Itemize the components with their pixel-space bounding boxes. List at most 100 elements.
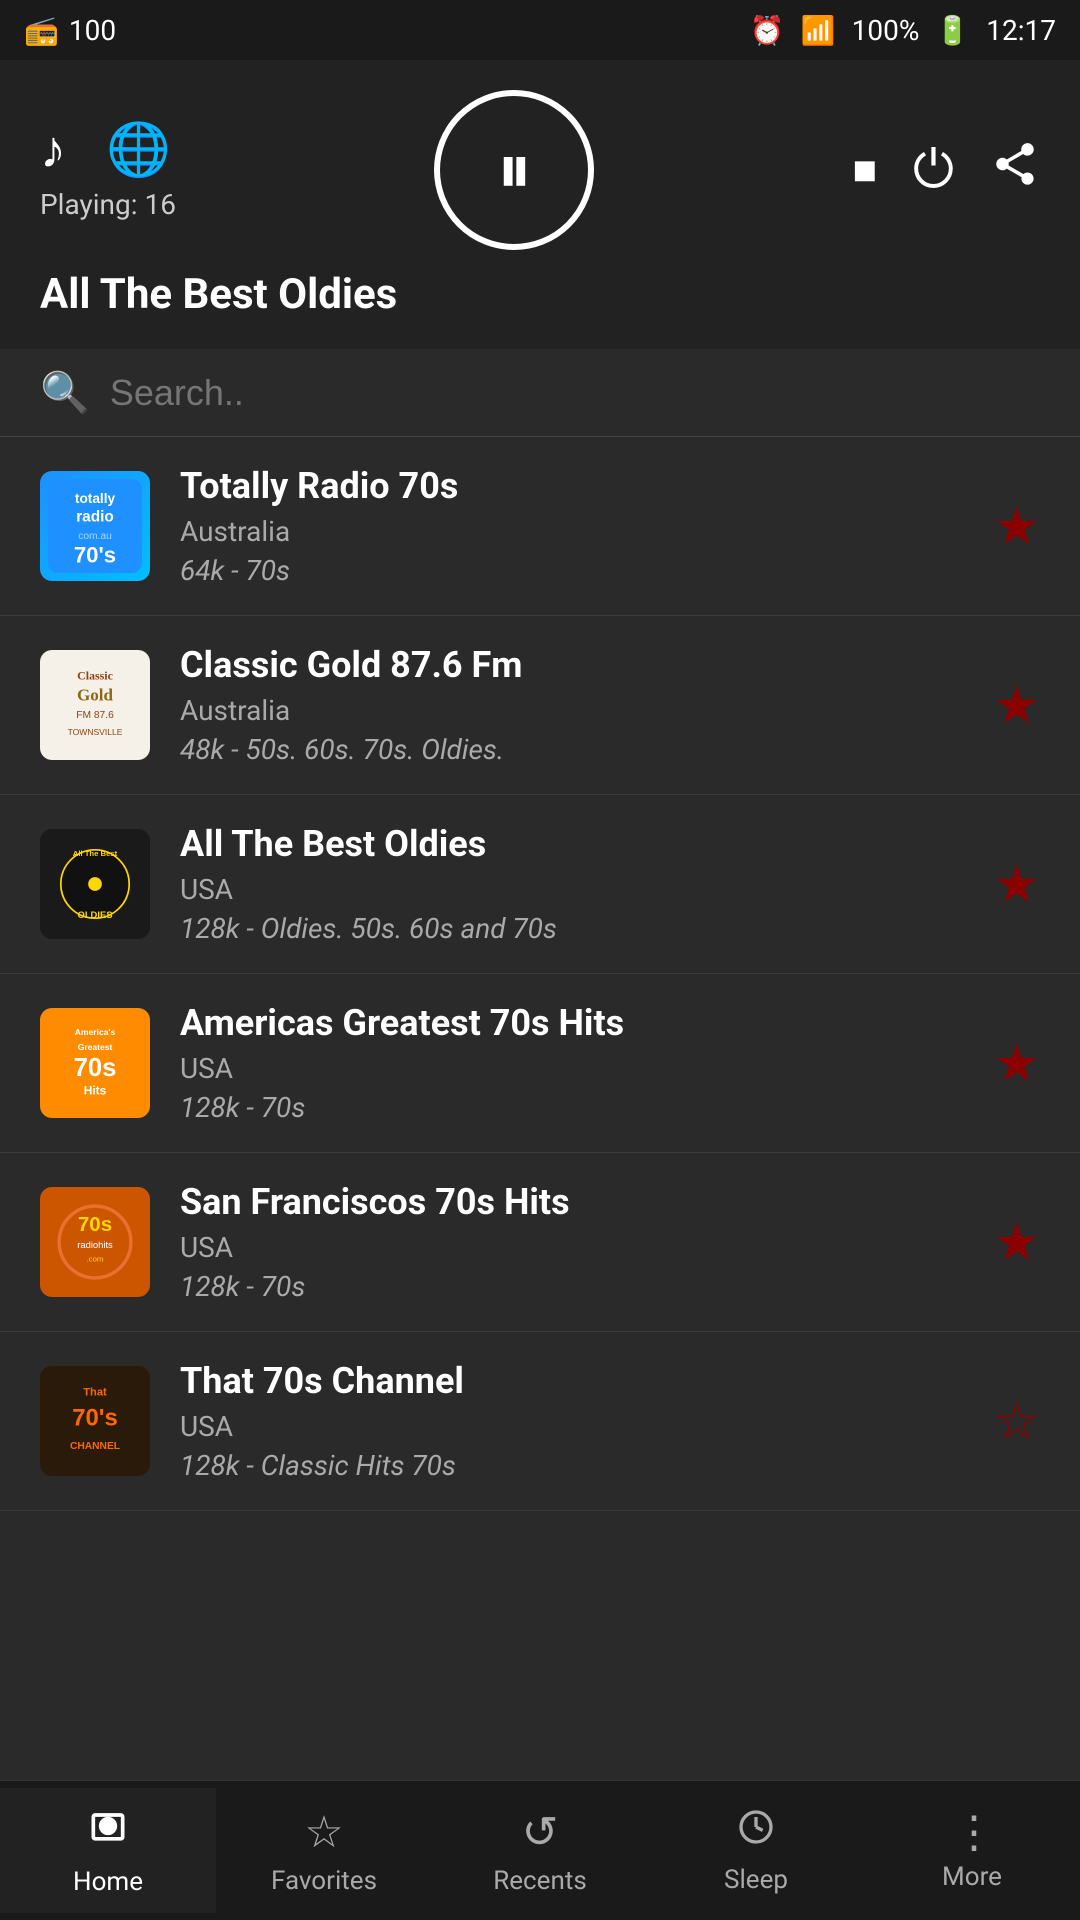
station-logo: Classic Gold FM 87.6 TOWNSVILLE bbox=[40, 650, 150, 760]
svg-text:Greatest: Greatest bbox=[78, 1042, 113, 1052]
search-input[interactable] bbox=[110, 372, 1040, 414]
nav-more[interactable]: ⋮ More bbox=[864, 1794, 1080, 1908]
station-country: Australia bbox=[180, 694, 973, 727]
stop-button[interactable]: ⏹ bbox=[853, 141, 877, 199]
station-country: USA bbox=[180, 1410, 973, 1443]
station-info: Americas Greatest 70s Hits USA 128k - 70… bbox=[180, 1002, 973, 1124]
svg-text:com.au: com.au bbox=[78, 531, 112, 542]
favorite-star[interactable]: ☆ bbox=[993, 1391, 1040, 1452]
station-bitrate: 128k - Oldies. 50s. 60s and 70s bbox=[180, 912, 973, 945]
current-station-title: All The Best Oldies bbox=[40, 270, 397, 319]
app-number: 100 bbox=[69, 14, 116, 47]
station-info: San Franciscos 70s Hits USA 128k - 70s bbox=[180, 1181, 973, 1303]
logo-image: 70s radiohits .com bbox=[40, 1187, 150, 1297]
station-country: USA bbox=[180, 1231, 973, 1264]
bottom-nav: Home ☆ Favorites ↺ Recents Sleep ⋮ More bbox=[0, 1780, 1080, 1920]
clock-display: 12:17 bbox=[986, 14, 1056, 47]
list-item[interactable]: totally radio com.au 70's Totally Radio … bbox=[0, 437, 1080, 616]
list-item[interactable]: Classic Gold FM 87.6 TOWNSVILLE Classic … bbox=[0, 616, 1080, 795]
nav-home[interactable]: Home bbox=[0, 1788, 216, 1913]
svg-text:FM 87.6: FM 87.6 bbox=[76, 710, 114, 721]
station-list: totally radio com.au 70's Totally Radio … bbox=[0, 437, 1080, 1511]
power-button[interactable]: ⏻ bbox=[913, 139, 954, 201]
station-info: Classic Gold 87.6 Fm Australia 48k - 50s… bbox=[180, 644, 973, 766]
pause-icon: ⏸ bbox=[497, 129, 532, 211]
station-info: Totally Radio 70s Australia 64k - 70s bbox=[180, 465, 973, 587]
logo-image: All The Best OLDIES bbox=[40, 829, 150, 939]
player-right-controls: ⏹ ⏻ bbox=[853, 139, 1040, 202]
station-country: USA bbox=[180, 1052, 973, 1085]
station-bitrate: 128k - Classic Hits 70s bbox=[180, 1449, 973, 1482]
station-logo: That 70's CHANNEL bbox=[40, 1366, 150, 1476]
status-right: ⏰ 📶 100% 🔋 12:17 bbox=[750, 14, 1056, 47]
list-item[interactable]: That 70's CHANNEL That 70s Channel USA 1… bbox=[0, 1332, 1080, 1511]
svg-text:Gold: Gold bbox=[77, 686, 114, 705]
sleep-label: Sleep bbox=[724, 1865, 788, 1895]
logo-image: Classic Gold FM 87.6 TOWNSVILLE bbox=[40, 650, 150, 760]
station-name: Americas Greatest 70s Hits bbox=[180, 1002, 973, 1044]
svg-text:radiohits: radiohits bbox=[77, 1239, 113, 1250]
globe-icon[interactable]: 🌐 bbox=[106, 119, 171, 180]
station-logo: All The Best OLDIES bbox=[40, 829, 150, 939]
svg-text:70's: 70's bbox=[72, 1404, 118, 1431]
station-logo: totally radio com.au 70's bbox=[40, 471, 150, 581]
home-icon bbox=[86, 1804, 130, 1859]
nav-sleep[interactable]: Sleep bbox=[648, 1791, 864, 1911]
station-logo: America's Greatest 70s Hits bbox=[40, 1008, 150, 1118]
share-button[interactable] bbox=[990, 139, 1040, 202]
player-header: ♪ 🌐 Playing: 16 ⏸ ⏹ ⏻ All The Best Oldie… bbox=[0, 60, 1080, 349]
svg-text:CHANNEL: CHANNEL bbox=[70, 1441, 120, 1452]
home-label: Home bbox=[73, 1867, 143, 1897]
logo-image: That 70's CHANNEL bbox=[40, 1366, 150, 1476]
sleep-icon bbox=[736, 1807, 776, 1857]
alarm-icon: ⏰ bbox=[750, 14, 785, 47]
search-bar: 🔍 bbox=[0, 349, 1080, 437]
favorite-star[interactable]: ★ bbox=[993, 1212, 1040, 1273]
list-item[interactable]: All The Best OLDIES All The Best Oldies … bbox=[0, 795, 1080, 974]
music-note-icon[interactable]: ♪ bbox=[40, 119, 66, 180]
app-logo: 📻 bbox=[24, 14, 59, 47]
wifi-icon: 📶 bbox=[801, 14, 836, 47]
player-icons-row: ♪ 🌐 bbox=[40, 119, 171, 180]
more-label: More bbox=[942, 1862, 1002, 1892]
station-country: Australia bbox=[180, 515, 973, 548]
station-name: Classic Gold 87.6 Fm bbox=[180, 644, 973, 686]
station-name: Totally Radio 70s bbox=[180, 465, 973, 507]
nav-favorites[interactable]: ☆ Favorites bbox=[216, 1790, 432, 1912]
favorite-star[interactable]: ★ bbox=[993, 496, 1040, 557]
status-bar: 📻 100 ⏰ 📶 100% 🔋 12:17 bbox=[0, 0, 1080, 60]
station-country: USA bbox=[180, 873, 973, 906]
favorite-star[interactable]: ★ bbox=[993, 854, 1040, 915]
svg-text:Classic: Classic bbox=[77, 668, 113, 682]
svg-text:That: That bbox=[83, 1386, 107, 1398]
station-name: All The Best Oldies bbox=[180, 823, 973, 865]
svg-text:70s: 70s bbox=[78, 1213, 112, 1236]
player-left: ♪ 🌐 Playing: 16 bbox=[40, 119, 176, 221]
svg-text:All The Best: All The Best bbox=[73, 849, 118, 858]
player-controls-row: ♪ 🌐 Playing: 16 ⏸ ⏹ ⏻ bbox=[40, 90, 1040, 250]
svg-text:70s: 70s bbox=[74, 1054, 117, 1082]
list-item[interactable]: 70s radiohits .com San Franciscos 70s Hi… bbox=[0, 1153, 1080, 1332]
favorites-icon: ☆ bbox=[304, 1806, 343, 1858]
svg-text:OLDIES: OLDIES bbox=[78, 909, 113, 920]
station-bitrate: 48k - 50s. 60s. 70s. Oldies. bbox=[180, 733, 973, 766]
station-name: San Franciscos 70s Hits bbox=[180, 1181, 973, 1223]
logo-image: America's Greatest 70s Hits bbox=[40, 1008, 150, 1118]
favorites-label: Favorites bbox=[271, 1866, 377, 1896]
svg-text:.com: .com bbox=[87, 1255, 104, 1264]
status-left: 📻 100 bbox=[24, 14, 116, 47]
svg-text:radio: radio bbox=[76, 509, 114, 526]
logo-image: totally radio com.au 70's bbox=[40, 471, 150, 581]
pause-button[interactable]: ⏸ bbox=[434, 90, 594, 250]
more-icon: ⋮ bbox=[952, 1810, 992, 1854]
search-icon: 🔍 bbox=[40, 369, 90, 416]
svg-text:totally: totally bbox=[75, 491, 116, 506]
nav-recents[interactable]: ↺ Recents bbox=[432, 1790, 648, 1912]
svg-text:America's: America's bbox=[75, 1027, 116, 1037]
station-bitrate: 64k - 70s bbox=[180, 554, 973, 587]
station-info: All The Best Oldies USA 128k - Oldies. 5… bbox=[180, 823, 973, 945]
svg-text:70's: 70's bbox=[74, 543, 116, 568]
list-item[interactable]: America's Greatest 70s Hits Americas Gre… bbox=[0, 974, 1080, 1153]
favorite-star[interactable]: ★ bbox=[993, 1033, 1040, 1094]
favorite-star[interactable]: ★ bbox=[993, 675, 1040, 736]
